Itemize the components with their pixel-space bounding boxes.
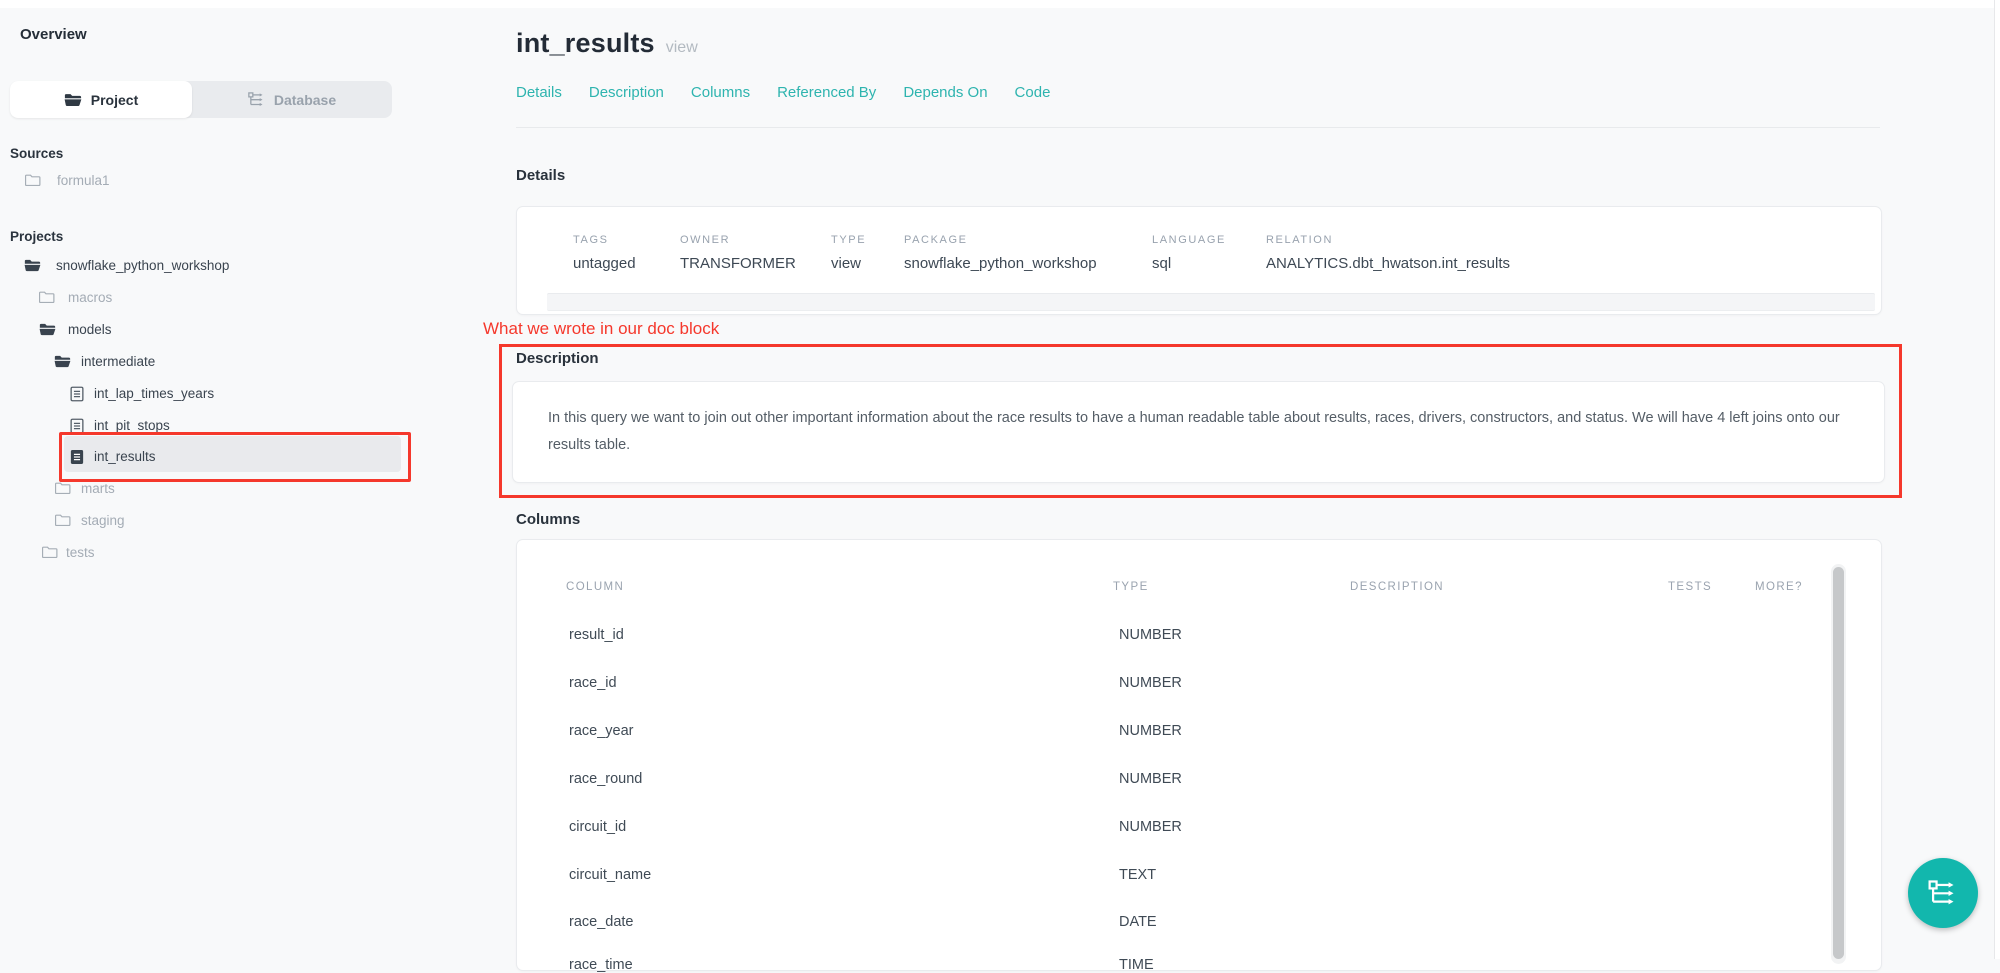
header-divider xyxy=(516,127,1880,128)
tab-columns[interactable]: Columns xyxy=(691,84,750,101)
sidebar-item-marts[interactable]: marts xyxy=(0,478,470,502)
columns-card: COLUMN TYPE DESCRIPTION TESTS MORE? resu… xyxy=(516,539,1882,971)
top-window-strip xyxy=(0,0,2000,8)
lineage-tree-icon xyxy=(248,92,265,107)
overview-heading: Overview xyxy=(20,26,87,43)
sidebar-item-int_pit_stops[interactable]: int_pit_stops xyxy=(0,415,470,439)
sidebar-item-models[interactable]: models xyxy=(0,319,470,343)
sidebar-item-formula1[interactable]: formula1 xyxy=(0,170,470,194)
col-header-tests: TESTS xyxy=(1668,581,1712,593)
toggle-project-label: Project xyxy=(91,92,138,108)
annotation-text: What we wrote in our doc block xyxy=(483,319,719,339)
columns-scrollbar-thumb[interactable] xyxy=(1833,567,1844,959)
sidebar-item-intermediate[interactable]: intermediate xyxy=(0,351,470,375)
details-section-heading: Details xyxy=(516,167,565,184)
sidebar-item-snowflake_python_workshop[interactable]: snowflake_python_workshop xyxy=(0,255,470,279)
folder-closed-icon xyxy=(55,513,71,527)
description-section-heading: Description xyxy=(516,350,599,367)
sidebar-item-macros[interactable]: macros xyxy=(0,287,470,311)
tab-depends-on[interactable]: Depends On xyxy=(903,84,987,101)
sources-heading: Sources xyxy=(10,146,63,161)
sidebar-item-int_lap_times_years[interactable]: int_lap_times_years xyxy=(0,383,470,407)
page-scrollbar-area[interactable] xyxy=(1994,0,2000,959)
description-text: In this query we want to join out other … xyxy=(548,405,1850,459)
lineage-graph-icon xyxy=(1928,880,1958,906)
source-label: formula1 xyxy=(57,173,110,188)
folder-open-icon xyxy=(54,354,71,368)
toggle-database-label: Database xyxy=(274,92,336,108)
view-toggle: Project Database xyxy=(10,81,392,118)
folder-closed-icon xyxy=(55,481,71,495)
toggle-database-button[interactable]: Database xyxy=(192,81,392,118)
sidebar-item-int_results[interactable]: int_results xyxy=(0,446,470,470)
folder-open-icon xyxy=(64,92,82,107)
col-header-column: COLUMN xyxy=(566,581,624,593)
materialization-badge: view xyxy=(666,39,698,57)
sidebar-item-tests[interactable]: tests xyxy=(0,542,470,566)
folder-open-icon xyxy=(39,322,56,336)
tab-code[interactable]: Code xyxy=(1015,84,1051,101)
file-filled-icon xyxy=(70,449,84,465)
file-icon xyxy=(70,386,84,402)
details-card: TAGS untagged OWNER TRANSFORMER TYPE vie… xyxy=(516,206,1882,315)
description-card: In this query we want to join out other … xyxy=(512,381,1885,483)
col-header-more: MORE? xyxy=(1755,581,1803,593)
columns-section-heading: Columns xyxy=(516,511,580,528)
tab-description[interactable]: Description xyxy=(589,84,664,101)
page-title-row: int_results view xyxy=(516,28,698,59)
folder-closed-icon xyxy=(39,290,55,304)
col-header-type: TYPE xyxy=(1113,581,1149,593)
details-horizontal-scrollbar[interactable] xyxy=(547,293,1875,311)
page-title: int_results xyxy=(516,28,655,59)
columns-scrollbar-track[interactable] xyxy=(1831,564,1846,964)
folder-open-icon xyxy=(24,258,41,272)
toggle-project-button[interactable]: Project xyxy=(10,81,192,118)
file-icon xyxy=(70,418,84,434)
tab-referenced-by[interactable]: Referenced By xyxy=(777,84,876,101)
tab-bar: Details Description Columns Referenced B… xyxy=(516,84,1050,101)
folder-closed-icon xyxy=(25,173,41,187)
col-header-description: DESCRIPTION xyxy=(1350,581,1444,593)
lineage-graph-button[interactable] xyxy=(1908,858,1978,928)
projects-heading: Projects xyxy=(10,229,63,244)
tab-details[interactable]: Details xyxy=(516,84,562,101)
sidebar-item-staging[interactable]: staging xyxy=(0,510,470,534)
folder-closed-icon xyxy=(42,545,58,559)
